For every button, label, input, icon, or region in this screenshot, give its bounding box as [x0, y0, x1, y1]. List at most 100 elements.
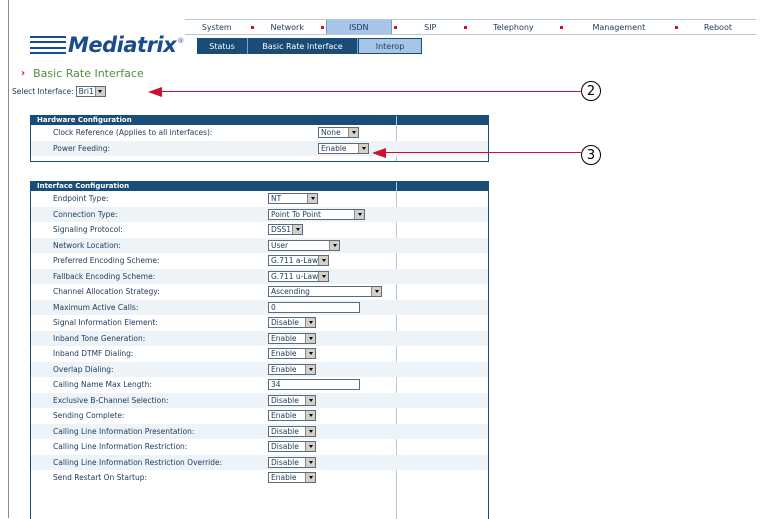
clock-reference-row: Clock Reference (Applies to all interfac…	[31, 125, 488, 141]
interface-config-select[interactable]: Enable	[268, 348, 316, 360]
chevron-down-icon	[305, 473, 315, 483]
interface-config-value: Enable	[271, 333, 297, 343]
interface-config-select[interactable]: NT	[268, 193, 318, 205]
power-feeding-label: Power Feeding:	[53, 143, 111, 153]
interface-config-label: Preferred Encoding Scheme:	[53, 256, 160, 266]
nav-sip[interactable]: SIP	[398, 20, 462, 34]
interface-config-row: Overlap Dialing: Enable	[31, 361, 488, 377]
interface-config-select[interactable]: Enable	[268, 410, 316, 422]
interface-config-label: Send Restart On Startup:	[53, 473, 148, 483]
interface-config-select[interactable]: Disable	[268, 456, 316, 468]
sub-nav: Status Basic Rate Interface Interop	[197, 38, 422, 54]
interface-config-select[interactable]: DSS1	[268, 224, 303, 236]
chevron-down-icon	[307, 194, 317, 204]
interface-config-row: Maximum Active Calls: 0	[31, 299, 488, 315]
interface-config-value: Enable	[271, 473, 297, 483]
interface-config-label: Calling Line Information Presentation:	[53, 426, 195, 436]
top-strip	[0, 0, 770, 14]
interface-config-select[interactable]: Enable	[268, 332, 316, 344]
interface-config-value: Enable	[271, 349, 297, 359]
interface-config-select[interactable]: G.711 u-Law	[268, 270, 329, 282]
mediatrix-logo: Mediatrix ®	[30, 33, 184, 57]
nav-separator	[674, 25, 678, 29]
nav-separator	[321, 25, 324, 29]
chevron-down-icon	[371, 287, 381, 297]
interface-config-value: Disable	[271, 442, 299, 452]
interface-config-label: Exclusive B-Channel Selection:	[53, 395, 169, 405]
hardware-config-header: Hardware Configuration	[31, 116, 488, 125]
interface-config-value: NT	[271, 194, 282, 204]
clock-reference-select[interactable]: None	[318, 127, 359, 139]
interface-config-value: Disable	[271, 318, 299, 328]
select-interface-dropdown[interactable]: Bri1	[75, 86, 106, 97]
interface-config-select[interactable]: Disable	[268, 441, 316, 453]
callout-arrow-line	[384, 152, 581, 153]
tab-status[interactable]: Status	[197, 38, 248, 54]
interface-config-value: G.711 a-Law	[271, 256, 318, 266]
interface-config-select[interactable]: Point To Point	[268, 208, 365, 220]
interface-config-text-input[interactable]: 34	[268, 379, 360, 391]
interface-config-select[interactable]: Disable	[268, 425, 316, 437]
nav-network[interactable]: Network	[255, 20, 319, 34]
tab-interop[interactable]: Interop	[358, 38, 422, 54]
tab-basic-rate-interface[interactable]: Basic Rate Interface	[248, 38, 358, 54]
interface-config-label: Sending Complete:	[53, 411, 125, 421]
page-title-text: Basic Rate Interface	[33, 67, 144, 80]
nav-management[interactable]: Management	[564, 20, 673, 34]
interface-config-select[interactable]: Disable	[268, 317, 316, 329]
interface-config-select[interactable]: Disable	[268, 394, 316, 406]
interface-config-value: Ascending	[271, 287, 310, 297]
nav-isdn[interactable]: ISDN	[326, 20, 392, 34]
power-feeding-row: Power Feeding: Enable	[31, 140, 488, 156]
interface-config-panel: Interface Configuration Endpoint Type: NT…	[30, 181, 489, 519]
clock-reference-value: None	[321, 128, 341, 138]
chevron-down-icon	[348, 128, 358, 138]
callout-arrow-line	[160, 91, 581, 92]
interface-config-value: Enable	[271, 364, 297, 374]
logo-lines-icon	[30, 36, 66, 54]
power-feeding-select[interactable]: Enable	[318, 142, 369, 154]
interface-config-row: Inband Tone Generation: Enable	[31, 330, 488, 346]
interface-config-select[interactable]: Enable	[268, 363, 316, 375]
interface-config-row: Fallback Encoding Scheme: G.711 u-Law	[31, 268, 488, 284]
page-title: › Basic Rate Interface	[21, 67, 144, 80]
interface-config-text-input[interactable]: 0	[268, 301, 360, 313]
nav-separator	[393, 25, 397, 29]
select-interface-row: Select Interface: Bri1	[12, 86, 106, 97]
main-nav: System Network ISDN SIP Telephony Manage…	[185, 19, 757, 35]
interface-config-select[interactable]: G.711 a-Law	[268, 255, 329, 267]
interface-config-label: Signaling Protocol:	[53, 225, 123, 235]
nav-telephony[interactable]: Telephony	[469, 20, 558, 34]
interface-config-select[interactable]: Enable	[268, 472, 316, 484]
interface-config-title: Interface Configuration	[37, 182, 130, 190]
interface-config-select[interactable]: Ascending	[268, 286, 382, 298]
chevron-down-icon	[305, 442, 315, 452]
callout-arrow-head	[372, 148, 386, 158]
interface-config-label: Channel Allocation Strategy:	[53, 287, 160, 297]
interface-config-label: Endpoint Type:	[53, 194, 109, 204]
select-interface-label: Select Interface:	[12, 87, 74, 96]
chevron-down-icon	[305, 333, 315, 343]
frame-border	[8, 0, 9, 518]
interface-config-value: DSS1	[271, 225, 292, 235]
interface-config-value: Point To Point	[271, 209, 321, 219]
interface-config-row: Preferred Encoding Scheme: G.711 a-Law	[31, 253, 488, 269]
title-arrow-icon: ›	[21, 68, 26, 79]
interface-config-value: Disable	[271, 426, 299, 436]
interface-config-value: Disable	[271, 457, 299, 467]
chevron-down-icon	[305, 426, 315, 436]
nav-reboot[interactable]: Reboot	[679, 20, 757, 34]
interface-config-row: Exclusive B-Channel Selection: Disable	[31, 392, 488, 408]
hardware-config-title: Hardware Configuration	[37, 116, 132, 124]
interface-config-label: Calling Line Information Restriction:	[53, 442, 188, 452]
interface-config-label: Fallback Encoding Scheme:	[53, 271, 156, 281]
clock-reference-label: Clock Reference (Applies to all interfac…	[53, 128, 213, 138]
chevron-down-icon	[358, 143, 368, 153]
chevron-down-icon	[305, 318, 315, 328]
interface-config-header: Interface Configuration	[31, 182, 488, 191]
hardware-config-panel: Hardware Configuration Clock Reference (…	[30, 115, 489, 162]
nav-system[interactable]: System	[185, 20, 249, 34]
chevron-down-icon	[305, 457, 315, 467]
interface-config-label: Maximum Active Calls:	[53, 302, 139, 312]
interface-config-select[interactable]: User	[268, 239, 340, 251]
